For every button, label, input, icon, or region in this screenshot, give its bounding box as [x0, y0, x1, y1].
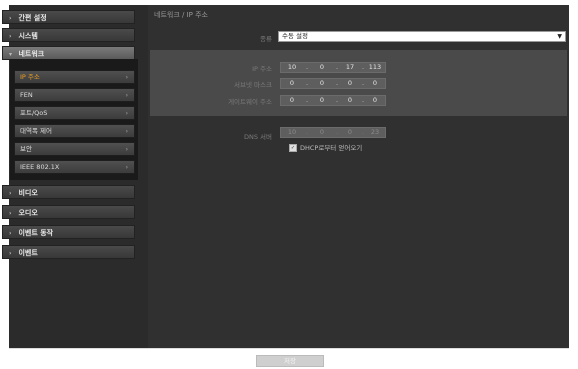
subnet-octet-1: 0	[289, 79, 295, 87]
submenu-item-label: FEN	[20, 91, 33, 99]
submenu-item-label: 포트/QoS	[20, 109, 48, 117]
sidebar-item-network[interactable]: ▾ 네트워크	[2, 46, 135, 60]
sidebar-item-label: 네트워크	[18, 50, 45, 58]
dns-octet-2: 0	[319, 128, 325, 136]
gateway-label: 게이트웨이 주소	[228, 98, 272, 106]
submenu-item-port-qos[interactable]: 포트/QoS ›	[14, 106, 135, 120]
chevron-right-icon: ›	[125, 146, 128, 153]
type-label: 종류	[260, 35, 272, 43]
dhcp-checkbox-label: DHCP로부터 얻어오기	[300, 144, 363, 152]
type-select[interactable]: 수동 설정 ▼	[278, 31, 566, 42]
submenu-item-ieee8021x[interactable]: IEEE 802.1X ›	[14, 160, 135, 174]
chevron-right-icon: ›	[125, 74, 128, 81]
submenu-item-security[interactable]: 보안 ›	[14, 142, 135, 156]
ip-dot: .	[305, 79, 309, 87]
dns-input[interactable]: 10 . 0 . 0 . 23	[280, 127, 386, 138]
sidebar-item-label: 이벤트	[18, 249, 38, 257]
ip-dot: .	[305, 128, 309, 136]
sidebar-item-event-action[interactable]: › 이벤트 동작	[2, 225, 135, 239]
dhcp-checkbox-row[interactable]: ✓ DHCP로부터 얻어오기	[289, 142, 362, 152]
chevron-right-icon: ›	[125, 128, 128, 135]
submenu-item-label: 보안	[20, 145, 32, 153]
subnet-octet-3: 0	[347, 79, 353, 87]
gateway-octet-3: 0	[347, 96, 353, 104]
gateway-octet-2: 0	[319, 96, 325, 104]
subnet-octet-2: 0	[319, 79, 325, 87]
ip-address-label: IP 주소	[252, 65, 272, 73]
sidebar-item-quick-setup[interactable]: › 간편 설정	[2, 10, 135, 24]
subnet-octet-4: 0	[372, 79, 378, 87]
submenu-item-label: IEEE 802.1X	[20, 163, 60, 171]
page-title: 네트워크 / IP 주소	[154, 11, 208, 19]
sidebar-item-system[interactable]: › 시스템	[2, 28, 135, 42]
ip-octet-4: 113	[368, 63, 382, 71]
gateway-octet-4: 0	[372, 96, 378, 104]
ip-address-input[interactable]: 10 . 0 . 17 . 113	[280, 62, 386, 73]
chevron-right-icon: ›	[9, 230, 12, 237]
subnet-mask-label: 서브넷 마스크	[234, 81, 272, 89]
chevron-right-icon: ›	[9, 33, 12, 40]
submenu-item-bandwidth[interactable]: 대역폭 제어 ›	[14, 124, 135, 138]
submenu-item-label: IP 주소	[20, 73, 40, 81]
ip-dot: .	[305, 96, 309, 104]
sidebar-item-label: 비디오	[18, 189, 38, 197]
dns-octet-4: 23	[370, 128, 380, 136]
sidebar-item-event[interactable]: › 이벤트	[2, 245, 135, 259]
sidebar-item-label: 간편 설정	[18, 14, 47, 22]
submenu-item-label: 대역폭 제어	[20, 127, 52, 135]
submenu-item-ip-address[interactable]: IP 주소 ›	[14, 70, 135, 84]
gateway-input[interactable]: 0 . 0 . 0 . 0	[280, 95, 386, 106]
type-select-value: 수동 설정	[282, 32, 308, 40]
dhcp-checkbox[interactable]: ✓	[289, 144, 297, 152]
ip-octet-3: 17	[345, 63, 355, 71]
ip-dot: .	[305, 63, 309, 71]
chevron-right-icon: ›	[9, 210, 12, 217]
chevron-right-icon: ›	[9, 250, 12, 257]
dns-label: DNS 서버	[243, 133, 272, 141]
chevron-right-icon: ›	[9, 15, 12, 22]
sidebar-item-label: 이벤트 동작	[18, 229, 54, 237]
dropdown-arrow-icon: ▼	[557, 33, 562, 40]
ip-octet-1: 10	[287, 63, 297, 71]
sidebar-item-label: 시스템	[18, 32, 38, 40]
chevron-right-icon: ›	[9, 190, 12, 197]
dns-octet-3: 0	[347, 128, 353, 136]
sidebar-item-audio[interactable]: › 오디오	[2, 205, 135, 219]
chevron-right-icon: ›	[125, 92, 128, 99]
chevron-right-icon: ›	[125, 110, 128, 117]
sidebar-item-label: 오디오	[18, 209, 38, 217]
save-button[interactable]: 저장	[256, 355, 324, 367]
network-submenu: IP 주소 › FEN › 포트/QoS › 대역폭 제어 › 보안 › IEE…	[10, 59, 138, 180]
dns-octet-1: 10	[287, 128, 297, 136]
subnet-mask-input[interactable]: 0 . 0 . 0 . 0	[280, 78, 386, 89]
chevron-right-icon: ›	[125, 164, 128, 171]
submenu-item-fen[interactable]: FEN ›	[14, 88, 135, 102]
gateway-octet-1: 0	[289, 96, 295, 104]
sidebar-item-video[interactable]: › 비디오	[2, 185, 135, 199]
ip-octet-2: 0	[319, 63, 325, 71]
